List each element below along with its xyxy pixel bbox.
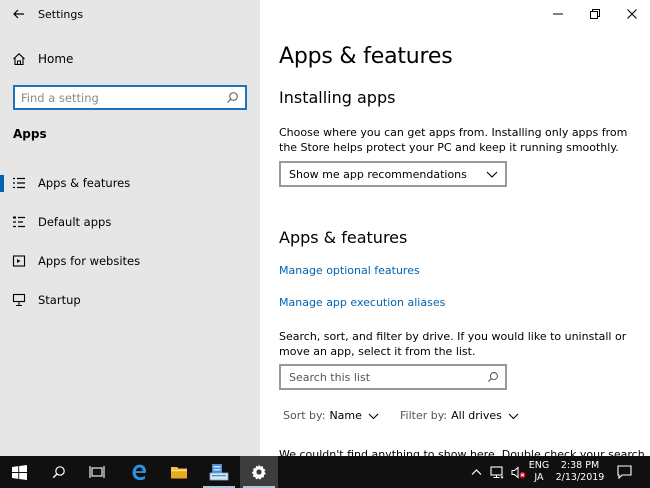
- window-title: Settings: [38, 7, 84, 21]
- maximize-button[interactable]: [576, 0, 613, 28]
- language-text: ENG JA: [529, 460, 549, 484]
- sidebar-item-apps-features[interactable]: Apps & features: [0, 168, 260, 198]
- settings-sidebar: Settings Home Apps Apps & features Defau…: [0, 0, 260, 456]
- task-view-icon: [89, 466, 105, 478]
- main-content: Apps & features Installing apps Choose w…: [260, 0, 650, 456]
- apps-features-heading: Apps & features: [279, 228, 408, 247]
- sidebar-item-label: Startup: [38, 293, 81, 307]
- filter-by-label: Filter by:: [400, 409, 448, 422]
- minimize-button[interactable]: [539, 0, 576, 28]
- sidebar-item-home[interactable]: Home: [0, 47, 260, 71]
- search-icon: [52, 466, 65, 479]
- settings-taskbar-button[interactable]: [240, 456, 278, 488]
- clock-time: 2:38 PM: [560, 460, 600, 471]
- app-source-dropdown[interactable]: Show me app recommendations: [279, 161, 507, 187]
- taskbar: ENG JA 2:38 PM 2/13/2019: [0, 456, 650, 488]
- apps-features-description: Search, sort, and filter by drive. If yo…: [279, 330, 627, 358]
- sort-by-value: Name: [329, 409, 362, 422]
- empty-list-message: We couldn't find anything to show here. …: [279, 448, 645, 456]
- clock-date: 2/13/2019: [555, 472, 605, 483]
- edge-taskbar-button[interactable]: [120, 456, 158, 488]
- chevron-up-icon: [471, 469, 481, 475]
- filter-by-value: All drives: [451, 409, 502, 422]
- default-apps-icon: [13, 216, 25, 228]
- minimize-icon: [552, 13, 563, 15]
- network-icon: [489, 465, 503, 478]
- manage-app-execution-aliases-link[interactable]: Manage app execution aliases: [279, 296, 445, 309]
- installing-apps-description: Choose where you can get apps from. Inst…: [279, 126, 628, 154]
- server-manager-taskbar-button[interactable]: [200, 456, 238, 488]
- manage-optional-features-link[interactable]: Manage optional features: [279, 264, 420, 277]
- restore-icon: [589, 9, 600, 19]
- sidebar-item-apps-for-websites[interactable]: Apps for websites: [0, 246, 260, 276]
- close-button[interactable]: [613, 0, 650, 28]
- windows-logo-icon: [11, 464, 27, 480]
- search-icon: [227, 92, 238, 103]
- search-list-input[interactable]: [281, 370, 481, 384]
- sidebar-item-label: Default apps: [38, 215, 112, 229]
- section-title: Apps: [13, 127, 47, 141]
- back-arrow-icon: [13, 9, 24, 19]
- find-setting-input[interactable]: [15, 90, 220, 105]
- search-list-box[interactable]: [279, 364, 507, 390]
- folder-icon: [171, 466, 187, 478]
- start-button[interactable]: [0, 456, 38, 488]
- sidebar-item-label: Apps & features: [38, 176, 131, 190]
- sort-by-label: Sort by:: [283, 409, 326, 422]
- volume-muted-icon: [511, 465, 525, 479]
- server-manager-icon: [209, 464, 229, 481]
- sidebar-item-label: Apps for websites: [38, 254, 141, 268]
- find-setting-search[interactable]: [13, 85, 247, 110]
- web-app-icon: [12, 255, 26, 267]
- network-tray-button[interactable]: [486, 456, 508, 488]
- sort-by-dropdown[interactable]: Sort by: Name: [283, 409, 379, 422]
- close-icon: [626, 9, 637, 19]
- language-code: ENG: [528, 460, 550, 471]
- home-icon: [13, 53, 25, 66]
- gear-icon: [251, 464, 266, 480]
- volume-tray-button[interactable]: [508, 456, 528, 488]
- search-icon: [487, 372, 498, 383]
- chevron-down-icon: [508, 413, 519, 419]
- selection-indicator: [0, 175, 4, 192]
- notifications-icon: [616, 465, 632, 479]
- sidebar-item-label: Home: [38, 52, 74, 66]
- task-view-button[interactable]: [78, 456, 116, 488]
- startup-icon: [12, 293, 26, 307]
- filter-by-dropdown[interactable]: Filter by: All drives: [400, 409, 519, 422]
- chevron-down-icon: [368, 413, 379, 419]
- sidebar-item-default-apps[interactable]: Default apps: [0, 207, 260, 237]
- list-icon: [13, 177, 25, 189]
- action-center-button[interactable]: [610, 456, 638, 488]
- installing-apps-heading: Installing apps: [279, 88, 396, 107]
- search-taskbar-button[interactable]: [40, 456, 78, 488]
- sidebar-item-startup[interactable]: Startup: [0, 285, 260, 315]
- keyboard-layout: JA: [534, 472, 544, 483]
- clock-text: 2:38 PM 2/13/2019: [556, 460, 605, 484]
- chevron-down-icon: [486, 171, 498, 178]
- show-hidden-icons-button[interactable]: [466, 456, 486, 488]
- dropdown-value: Show me app recommendations: [289, 167, 467, 181]
- file-explorer-taskbar-button[interactable]: [160, 456, 198, 488]
- back-button[interactable]: [0, 0, 38, 28]
- edge-browser-icon: [132, 464, 146, 480]
- page-title: Apps & features: [279, 44, 453, 69]
- title-bar: Settings: [0, 0, 260, 28]
- window-controls: [539, 0, 650, 28]
- clock[interactable]: 2:38 PM 2/13/2019: [554, 456, 606, 488]
- input-language-indicator[interactable]: ENG JA: [528, 456, 550, 488]
